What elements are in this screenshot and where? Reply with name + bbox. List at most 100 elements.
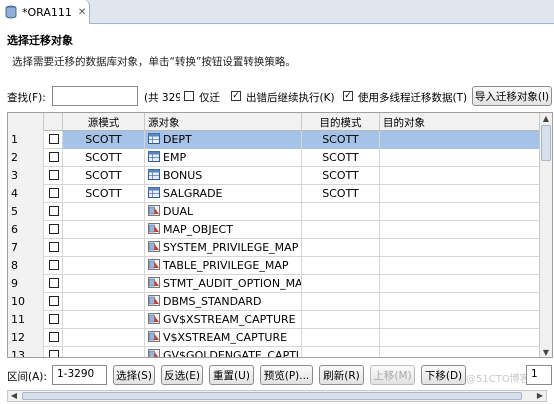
row-checkbox[interactable]: [49, 278, 59, 288]
target-schema-cell[interactable]: [302, 275, 380, 293]
scroll-left-icon[interactable]: ◀: [8, 390, 20, 402]
page-input[interactable]: 1: [526, 365, 552, 385]
target-object-cell[interactable]: [380, 347, 541, 357]
scroll-thumb-horizontal[interactable]: [22, 392, 522, 400]
target-schema-cell[interactable]: [302, 239, 380, 257]
table-row[interactable]: 1 SCOTT DEPT SCOTT: [8, 131, 541, 149]
target-object-cell[interactable]: [380, 311, 541, 329]
table-row[interactable]: 2 SCOTT EMP SCOTT: [8, 149, 541, 167]
target-schema-cell[interactable]: [302, 329, 380, 347]
source-object-cell[interactable]: SYSTEM_PRIVILEGE_MAP: [145, 239, 302, 257]
source-schema-cell[interactable]: SCOTT: [63, 131, 145, 149]
source-object-cell[interactable]: V$XSTREAM_CAPTURE: [145, 329, 302, 347]
header-source-object[interactable]: 源对象: [145, 113, 302, 131]
close-icon[interactable]: ✕: [78, 7, 86, 18]
source-object-cell[interactable]: GV$GOLDENGATE_CAPTUR: [145, 347, 302, 357]
row-checkbox[interactable]: [49, 224, 59, 234]
source-object-cell[interactable]: STMT_AUDIT_OPTION_MA...: [145, 275, 302, 293]
target-schema-cell[interactable]: SCOTT: [302, 149, 380, 167]
target-schema-cell[interactable]: [302, 221, 380, 239]
target-object-cell[interactable]: [380, 293, 541, 311]
find-input[interactable]: [52, 86, 138, 106]
row-checkbox[interactable]: [49, 152, 59, 162]
target-object-cell[interactable]: [380, 131, 541, 149]
table-row[interactable]: 10 DBMS_STANDARD: [8, 293, 541, 311]
target-object-cell[interactable]: [380, 149, 541, 167]
range-input[interactable]: 1-3290: [52, 365, 107, 385]
source-schema-cell[interactable]: [63, 221, 145, 239]
target-object-cell[interactable]: [380, 239, 541, 257]
target-schema-cell[interactable]: SCOTT: [302, 167, 380, 185]
invert-button[interactable]: 反选(E): [161, 365, 203, 385]
target-object-cell[interactable]: [380, 257, 541, 275]
vertical-scrollbar[interactable]: ▲ ▼: [539, 113, 552, 357]
table-row[interactable]: 12 V$XSTREAM_CAPTURE: [8, 329, 541, 347]
scroll-up-icon[interactable]: ▲: [540, 113, 552, 125]
source-schema-cell[interactable]: [63, 239, 145, 257]
row-checkbox[interactable]: [49, 134, 59, 144]
move-down-button[interactable]: 下移(D): [421, 365, 466, 385]
table-row[interactable]: 4 SCOTT SALGRADE SCOTT: [8, 185, 541, 203]
table-row[interactable]: 3 SCOTT BONUS SCOTT: [8, 167, 541, 185]
source-object-cell[interactable]: DUAL: [145, 203, 302, 221]
row-checkbox[interactable]: [49, 296, 59, 306]
scroll-down-icon[interactable]: ▼: [540, 347, 552, 357]
source-object-cell[interactable]: DBMS_STANDARD: [145, 293, 302, 311]
row-checkbox[interactable]: [49, 188, 59, 198]
source-schema-cell[interactable]: [63, 203, 145, 221]
refresh-button[interactable]: 刷新(R): [319, 365, 364, 385]
source-object-cell[interactable]: EMP: [145, 149, 302, 167]
target-schema-cell[interactable]: [302, 203, 380, 221]
source-object-cell[interactable]: GV$XSTREAM_CAPTURE: [145, 311, 302, 329]
scroll-right-icon[interactable]: ▶: [534, 390, 546, 402]
target-object-cell[interactable]: [380, 167, 541, 185]
tab-ora111[interactable]: *ORA111 ✕: [0, 0, 90, 24]
source-object-cell[interactable]: BONUS: [145, 167, 302, 185]
row-checkbox[interactable]: [49, 314, 59, 324]
row-checkbox[interactable]: [49, 332, 59, 342]
source-schema-cell[interactable]: [63, 347, 145, 357]
row-checkbox[interactable]: [49, 260, 59, 270]
reset-button[interactable]: 重置(U): [209, 365, 254, 385]
source-schema-cell[interactable]: [63, 275, 145, 293]
target-object-cell[interactable]: [380, 203, 541, 221]
row-checkbox[interactable]: [49, 242, 59, 252]
table-row[interactable]: 9 STMT_AUDIT_OPTION_MA...: [8, 275, 541, 293]
source-object-cell[interactable]: TABLE_PRIVILEGE_MAP: [145, 257, 302, 275]
source-schema-cell[interactable]: [63, 311, 145, 329]
source-schema-cell[interactable]: [63, 293, 145, 311]
source-schema-cell[interactable]: SCOTT: [63, 149, 145, 167]
row-checkbox[interactable]: [49, 206, 59, 216]
target-object-cell[interactable]: [380, 185, 541, 203]
continue-on-error-checkbox[interactable]: ✓: [231, 91, 241, 101]
table-row[interactable]: 6 MAP_OBJECT: [8, 221, 541, 239]
target-schema-cell[interactable]: [302, 293, 380, 311]
row-checkbox[interactable]: [49, 350, 59, 357]
import-objects-button[interactable]: 导入迁移对象(I): [472, 86, 552, 106]
table-row[interactable]: 11 GV$XSTREAM_CAPTURE: [8, 311, 541, 329]
source-object-cell[interactable]: DEPT: [145, 131, 302, 149]
source-schema-cell[interactable]: [63, 329, 145, 347]
table-row[interactable]: 7 SYSTEM_PRIVILEGE_MAP: [8, 239, 541, 257]
table-row[interactable]: 13 GV$GOLDENGATE_CAPTUR: [8, 347, 541, 357]
select-button[interactable]: 选择(S): [113, 365, 155, 385]
only-migrate-checkbox[interactable]: [184, 91, 194, 101]
horizontal-scrollbar[interactable]: ◀ ▶: [7, 390, 547, 402]
header-source-schema[interactable]: 源模式: [63, 113, 145, 131]
move-up-button[interactable]: 上移(M): [370, 365, 415, 385]
target-schema-cell[interactable]: [302, 311, 380, 329]
multithread-checkbox[interactable]: ✓: [343, 91, 353, 101]
target-schema-cell[interactable]: SCOTT: [302, 185, 380, 203]
scroll-thumb[interactable]: [541, 125, 551, 161]
source-schema-cell[interactable]: [63, 257, 145, 275]
source-object-cell[interactable]: SALGRADE: [145, 185, 302, 203]
preview-button[interactable]: 预览(P)...: [260, 365, 313, 385]
header-target-schema[interactable]: 目的模式: [302, 113, 380, 131]
header-target-object[interactable]: 目的对象: [380, 113, 541, 131]
target-schema-cell[interactable]: [302, 347, 380, 357]
table-row[interactable]: 5 DUAL: [8, 203, 541, 221]
target-object-cell[interactable]: [380, 221, 541, 239]
target-schema-cell[interactable]: SCOTT: [302, 131, 380, 149]
source-schema-cell[interactable]: SCOTT: [63, 167, 145, 185]
source-object-cell[interactable]: MAP_OBJECT: [145, 221, 302, 239]
